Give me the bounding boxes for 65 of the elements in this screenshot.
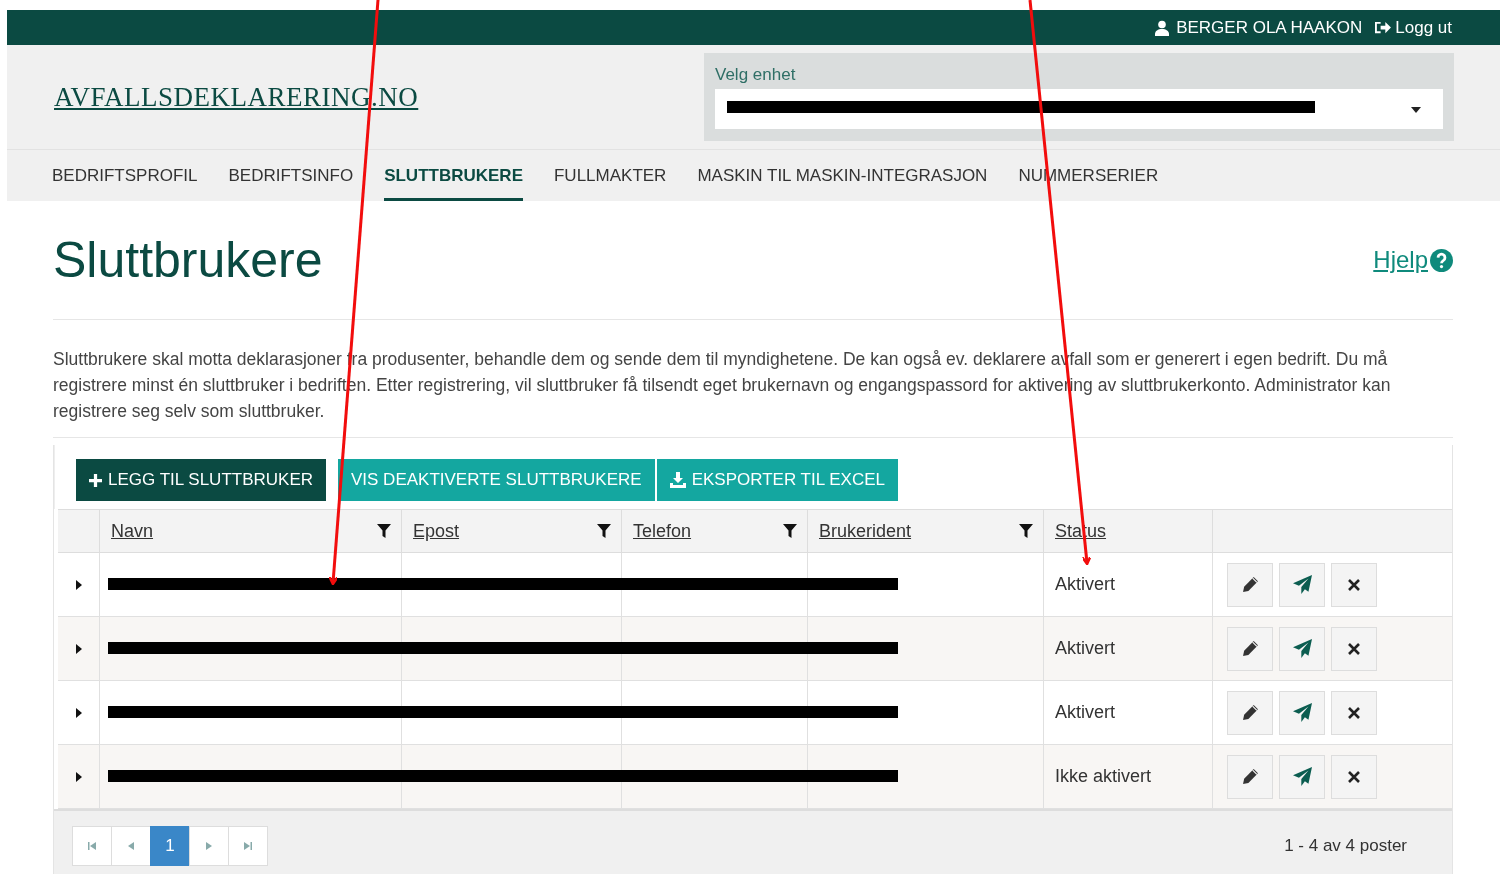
- last-page-icon: [244, 842, 252, 850]
- logout-link[interactable]: Logg ut: [1374, 17, 1452, 38]
- paper-plane-icon: [1292, 703, 1312, 722]
- paper-plane-icon: [1292, 767, 1312, 786]
- edit-button[interactable]: [1227, 754, 1273, 799]
- status-text: Aktivert: [1055, 702, 1115, 723]
- next-page-icon: [206, 842, 212, 850]
- edit-button[interactable]: [1227, 562, 1273, 607]
- unit-select[interactable]: [715, 89, 1443, 129]
- close-icon: [1348, 578, 1360, 591]
- paper-plane-icon: [1292, 575, 1312, 594]
- previous-page-icon: [128, 842, 134, 850]
- close-icon: [1348, 770, 1360, 783]
- column-header[interactable]: Telefon: [633, 520, 692, 542]
- send-button[interactable]: [1279, 754, 1325, 799]
- status-text: Aktivert: [1055, 638, 1115, 659]
- expand-caret-icon[interactable]: [75, 579, 82, 590]
- delete-button[interactable]: [1331, 690, 1377, 735]
- expand-caret-icon[interactable]: [75, 707, 82, 718]
- status-text: Ikke aktivert: [1055, 766, 1152, 787]
- pagination-summary: 1 - 4 av 4 poster: [1284, 836, 1407, 856]
- filter-icon[interactable]: [783, 524, 797, 538]
- close-icon: [1348, 642, 1360, 655]
- user-name: BERGER OLA HAAKON: [1176, 17, 1363, 38]
- user-icon: [1154, 19, 1171, 36]
- dropdown-caret-icon: [1411, 107, 1421, 113]
- nav-tab[interactable]: FULLMAKTER: [554, 150, 667, 201]
- pencil-icon: [1241, 640, 1259, 657]
- nav-tab[interactable]: BEDRIFTSPROFIL: [52, 150, 198, 201]
- pencil-icon: [1241, 704, 1259, 721]
- nav-tab[interactable]: BEDRIFTSINFO: [228, 150, 354, 201]
- column-header[interactable]: Brukerident: [819, 520, 912, 542]
- field-label: Velg enhet: [715, 65, 797, 85]
- edit-button[interactable]: [1227, 626, 1273, 671]
- filter-icon[interactable]: [377, 524, 391, 538]
- toolbar-button[interactable]: LEGG TIL SLUTTBRUKER: [76, 459, 326, 501]
- first-page-icon: [88, 842, 96, 850]
- nav-tab[interactable]: SLUTTBRUKERE: [384, 150, 523, 201]
- column-header[interactable]: Epost: [413, 520, 460, 542]
- delete-button[interactable]: [1331, 754, 1377, 799]
- page-title: Sluttbrukere: [53, 231, 323, 289]
- pencil-icon: [1241, 576, 1259, 593]
- previous-page-button[interactable]: [111, 826, 151, 866]
- close-icon: [1348, 706, 1360, 719]
- expand-caret-icon[interactable]: [75, 771, 82, 782]
- delete-button[interactable]: [1331, 562, 1377, 607]
- download-icon: [669, 472, 686, 488]
- help-icon: [1430, 248, 1453, 272]
- edit-button[interactable]: [1227, 690, 1273, 735]
- send-button[interactable]: [1279, 562, 1325, 607]
- filter-icon[interactable]: [597, 524, 611, 538]
- column-header[interactable]: Navn: [111, 520, 154, 542]
- sign-out-icon: [1374, 20, 1392, 35]
- status-text: Aktivert: [1055, 574, 1115, 595]
- nav-tab[interactable]: MASKIN TIL MASKIN-INTEGRASJON: [697, 150, 988, 201]
- delete-button[interactable]: [1331, 626, 1377, 671]
- send-button[interactable]: [1279, 626, 1325, 671]
- help-link[interactable]: Hjelp: [1373, 246, 1453, 274]
- expand-caret-icon[interactable]: [75, 643, 82, 654]
- pencil-icon: [1241, 768, 1259, 785]
- send-button[interactable]: [1279, 690, 1325, 735]
- filter-icon[interactable]: [1019, 524, 1033, 538]
- page-button[interactable]: 1: [150, 826, 190, 866]
- plus-icon: [89, 473, 102, 487]
- paper-plane-icon: [1292, 639, 1312, 658]
